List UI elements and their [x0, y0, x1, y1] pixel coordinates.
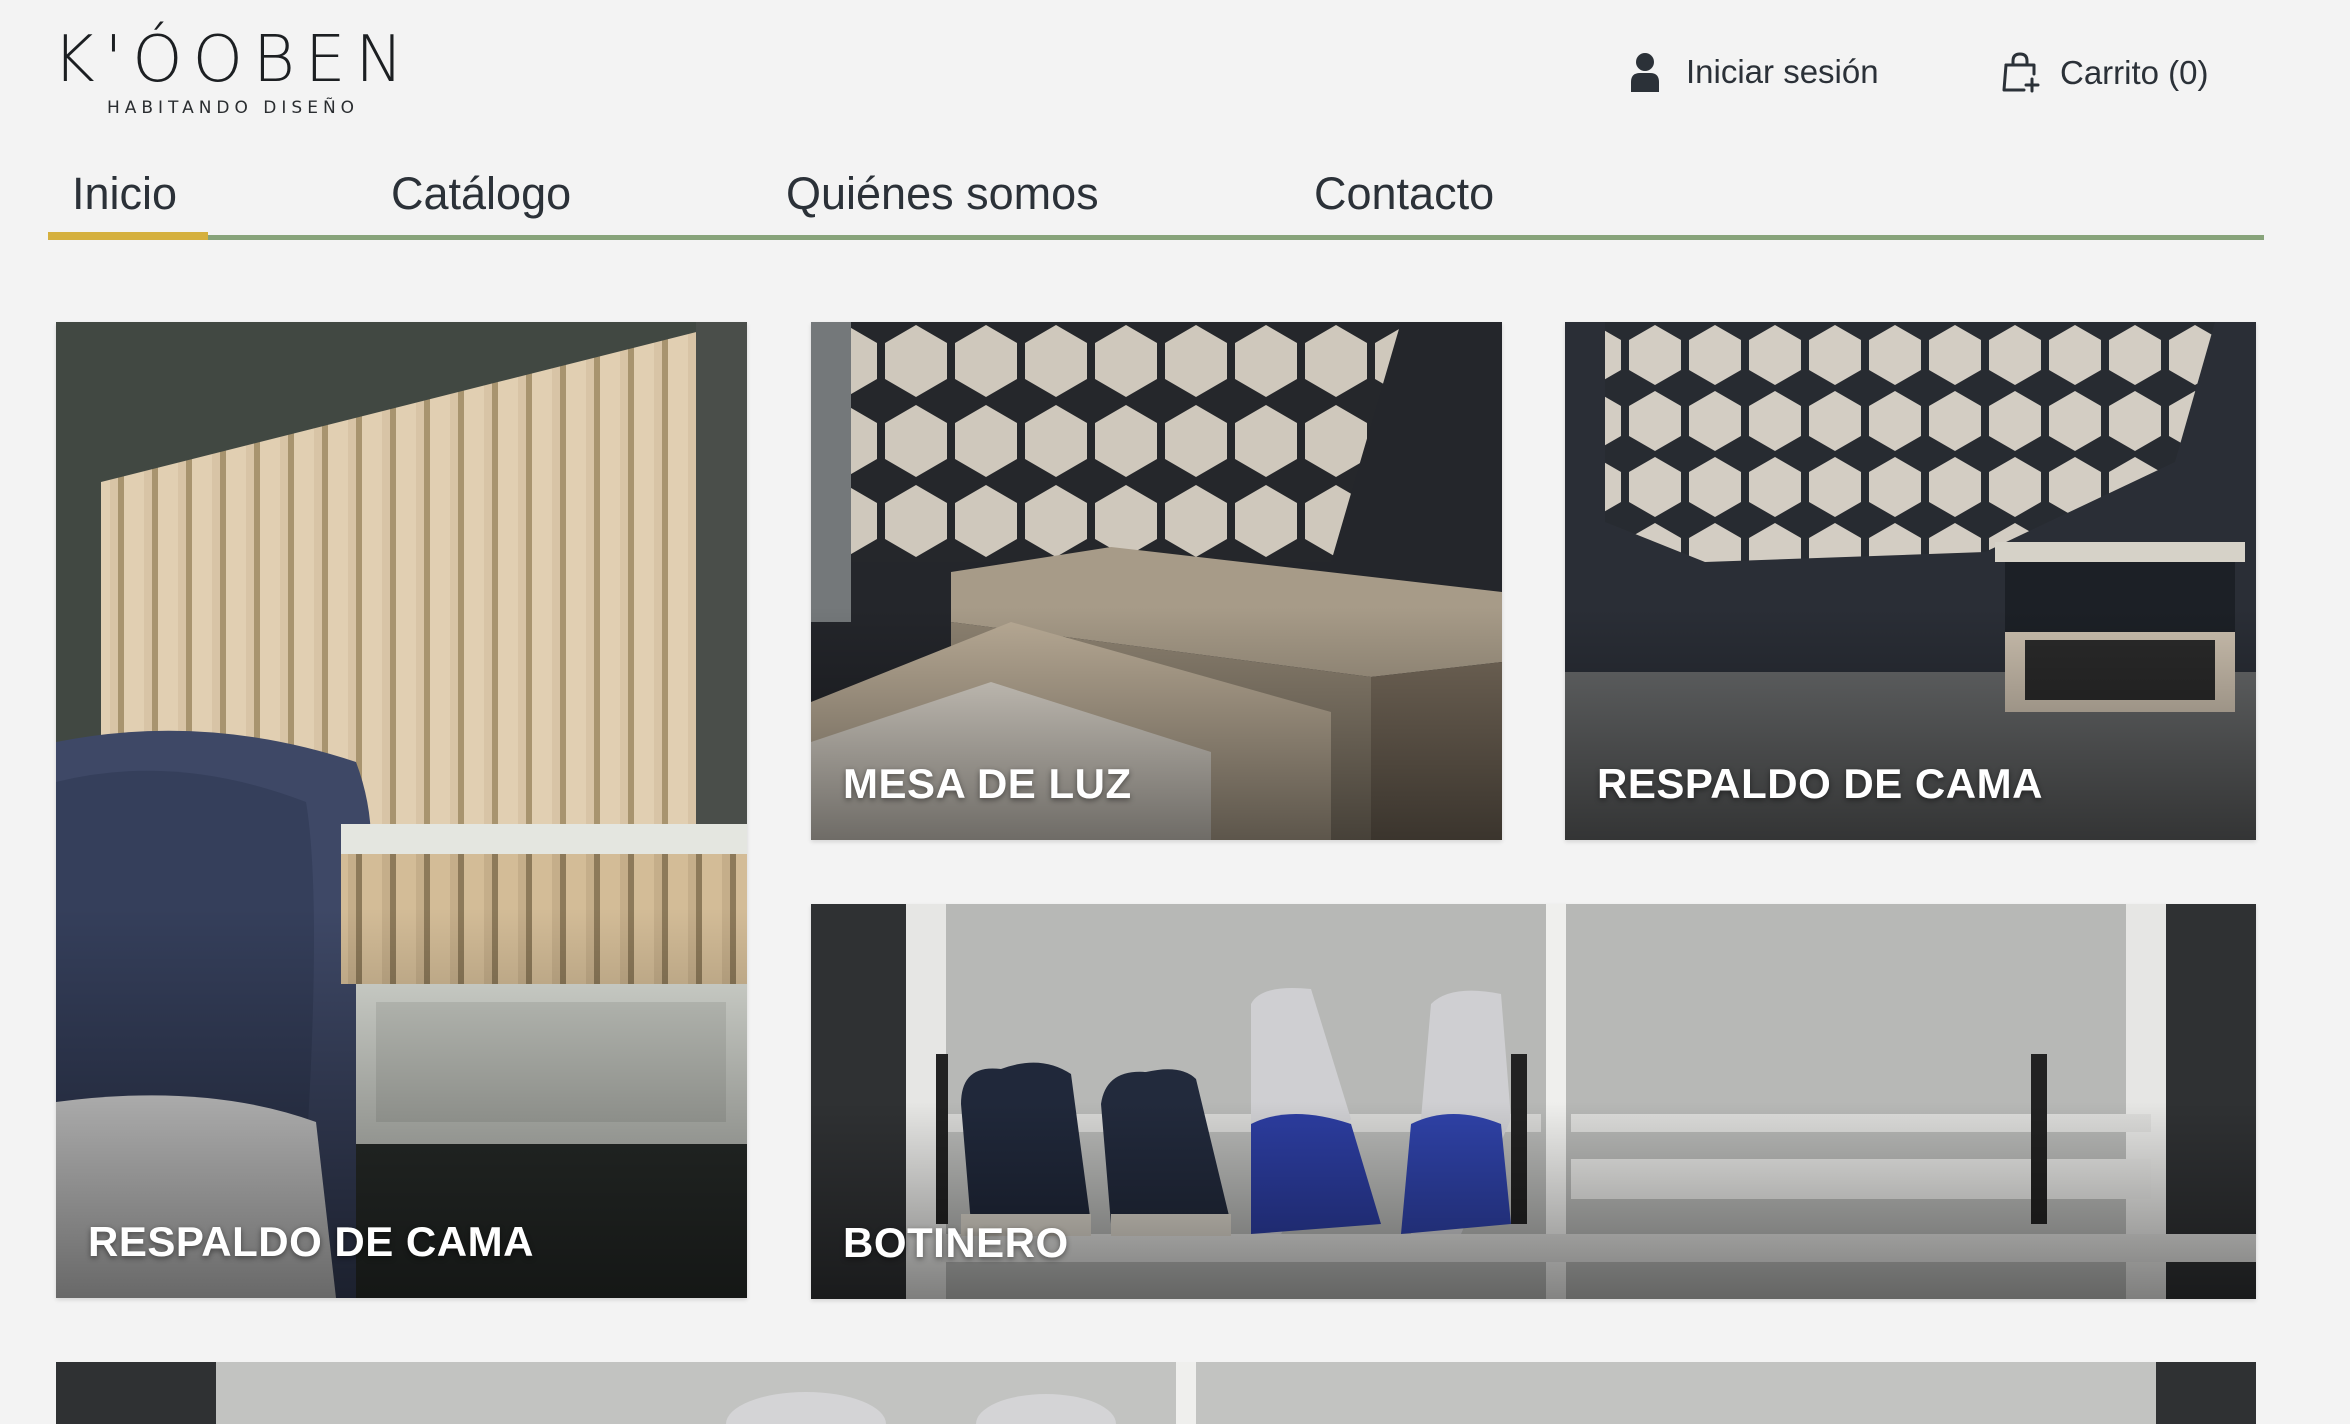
- cart-label: Carrito (0): [2060, 54, 2209, 91]
- brand-logo[interactable]: K'ÓOBEN HABITANDO DISEÑO: [48, 24, 418, 118]
- cart-link[interactable]: Carrito (0): [2002, 52, 2209, 94]
- product-tile-mesa-de-luz[interactable]: MESA DE LUZ: [811, 322, 1502, 840]
- shopping-bag-plus-icon: [2002, 52, 2040, 94]
- tile-caption: RESPALDO DE CAMA: [1597, 760, 2043, 807]
- nav-divider: [48, 235, 2264, 240]
- tile-caption: BOTINERO: [843, 1219, 1069, 1266]
- nav-item-contacto[interactable]: Contacto: [1314, 168, 1494, 220]
- brand-name: K'ÓOBEN: [52, 23, 414, 97]
- product-image: [56, 322, 747, 1298]
- nav-item-inicio[interactable]: Inicio: [72, 168, 177, 220]
- nav-active-indicator: [48, 232, 208, 240]
- product-image: [56, 1362, 2256, 1424]
- product-tile-respaldo-de-cama[interactable]: RESPALDO DE CAMA: [56, 322, 747, 1298]
- nav-item-catalogo[interactable]: Catálogo: [391, 168, 571, 220]
- login-link[interactable]: Iniciar sesión: [1630, 52, 1879, 92]
- nav-item-quienes-somos[interactable]: Quiénes somos: [786, 168, 1099, 220]
- login-label: Iniciar sesión: [1686, 53, 1879, 90]
- brand-tagline: HABITANDO DISEÑO: [106, 98, 360, 118]
- product-tile-partial[interactable]: [56, 1362, 2256, 1424]
- tile-caption: RESPALDO DE CAMA: [88, 1218, 534, 1265]
- product-tile-respaldo-de-cama-hex[interactable]: RESPALDO DE CAMA: [1565, 322, 2256, 840]
- product-tile-botinero[interactable]: BOTINERO: [811, 904, 2256, 1299]
- main-nav: Inicio Catálogo Quiénes somos Contacto: [48, 160, 2264, 240]
- tile-caption: MESA DE LUZ: [843, 760, 1132, 807]
- user-icon: [1630, 52, 1660, 92]
